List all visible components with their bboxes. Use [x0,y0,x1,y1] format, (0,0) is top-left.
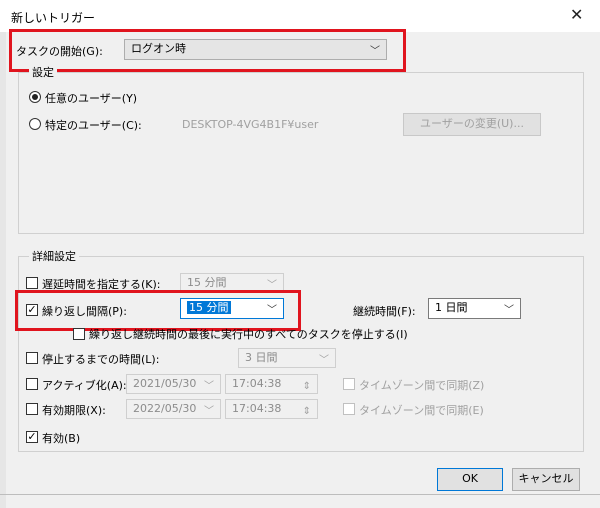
any-user-label: 任意のユーザー(Y) [45,92,138,105]
stop-after-label: 停止するまでの時間(L): [42,353,160,366]
stop-after-value: 3 日間 [245,351,278,364]
sync-tz-checkbox-2[interactable] [343,403,355,415]
enabled-checkbox[interactable]: ✓ [26,431,38,443]
spinner-icon: ⇕ [302,381,311,392]
change-user-button[interactable]: ユーザーの変更(U)... [403,113,541,136]
expire-label: 有効期限(X): [42,404,106,417]
chevron-down-icon: ﹀ [319,355,329,366]
delay-value: 15 分間 [187,276,227,289]
highlight-task-start [9,29,406,72]
duration-label: 継続時間(F): [353,305,416,318]
ok-button[interactable]: OK [437,468,503,491]
check-icon: ✓ [27,430,37,443]
enabled-label: 有効(B) [42,432,81,445]
duration-value: 1 日間 [435,301,468,314]
stop-all-checkbox[interactable] [73,328,85,340]
settings-legend: 設定 [29,64,57,80]
dialog-title: 新しいトリガー [11,11,96,25]
expire-time-spinner[interactable]: 17:04:38 ⇕ [225,399,318,419]
activate-time-value: 17:04:38 [232,377,282,390]
spinner-icon: ⇕ [302,406,311,417]
activate-checkbox[interactable] [26,378,38,390]
chevron-down-icon: ﹀ [204,381,214,392]
activate-date-value: 2021/05/30 [133,377,197,390]
specific-user-label: 特定のユーザー(C): [45,119,142,132]
expire-date-picker[interactable]: 2022/05/30 ﹀ [126,399,221,419]
activate-date-picker[interactable]: 2021/05/30 ﹀ [126,374,221,394]
activate-time-spinner[interactable]: 17:04:38 ⇕ [225,374,318,394]
expire-checkbox[interactable] [26,403,38,415]
close-icon[interactable]: ✕ [570,5,583,24]
chevron-down-icon: ﹀ [204,406,214,417]
background-window-edge [0,32,6,508]
sync-tz-label-1: タイムゾーン間で同期(Z) [359,379,485,392]
cancel-button[interactable]: キャンセル [512,468,580,491]
delay-checkbox[interactable] [26,277,38,289]
chevron-down-icon: ﹀ [504,305,514,316]
activate-label: アクティブ化(A): [42,379,127,392]
stop-after-checkbox[interactable] [26,352,38,364]
expire-date-value: 2022/05/30 [133,402,197,415]
background-window-divider [0,494,600,495]
stop-after-select[interactable]: 3 日間 ﹀ [238,348,336,368]
user-name: DESKTOP-4VG4B1F¥user [182,118,319,131]
advanced-legend: 詳細設定 [29,248,79,264]
specific-user-radio[interactable] [29,118,41,130]
highlight-repeat [15,290,301,331]
expire-time-value: 17:04:38 [232,402,282,415]
sync-tz-label-2: タイムゾーン間で同期(E) [359,404,484,417]
sync-tz-checkbox-1[interactable] [343,378,355,390]
duration-select[interactable]: 1 日間 ﹀ [428,298,521,319]
stop-all-label: 繰り返し継続時間の最後に実行中のすべてのタスクを停止する(I) [89,328,408,341]
any-user-radio[interactable] [29,91,41,103]
